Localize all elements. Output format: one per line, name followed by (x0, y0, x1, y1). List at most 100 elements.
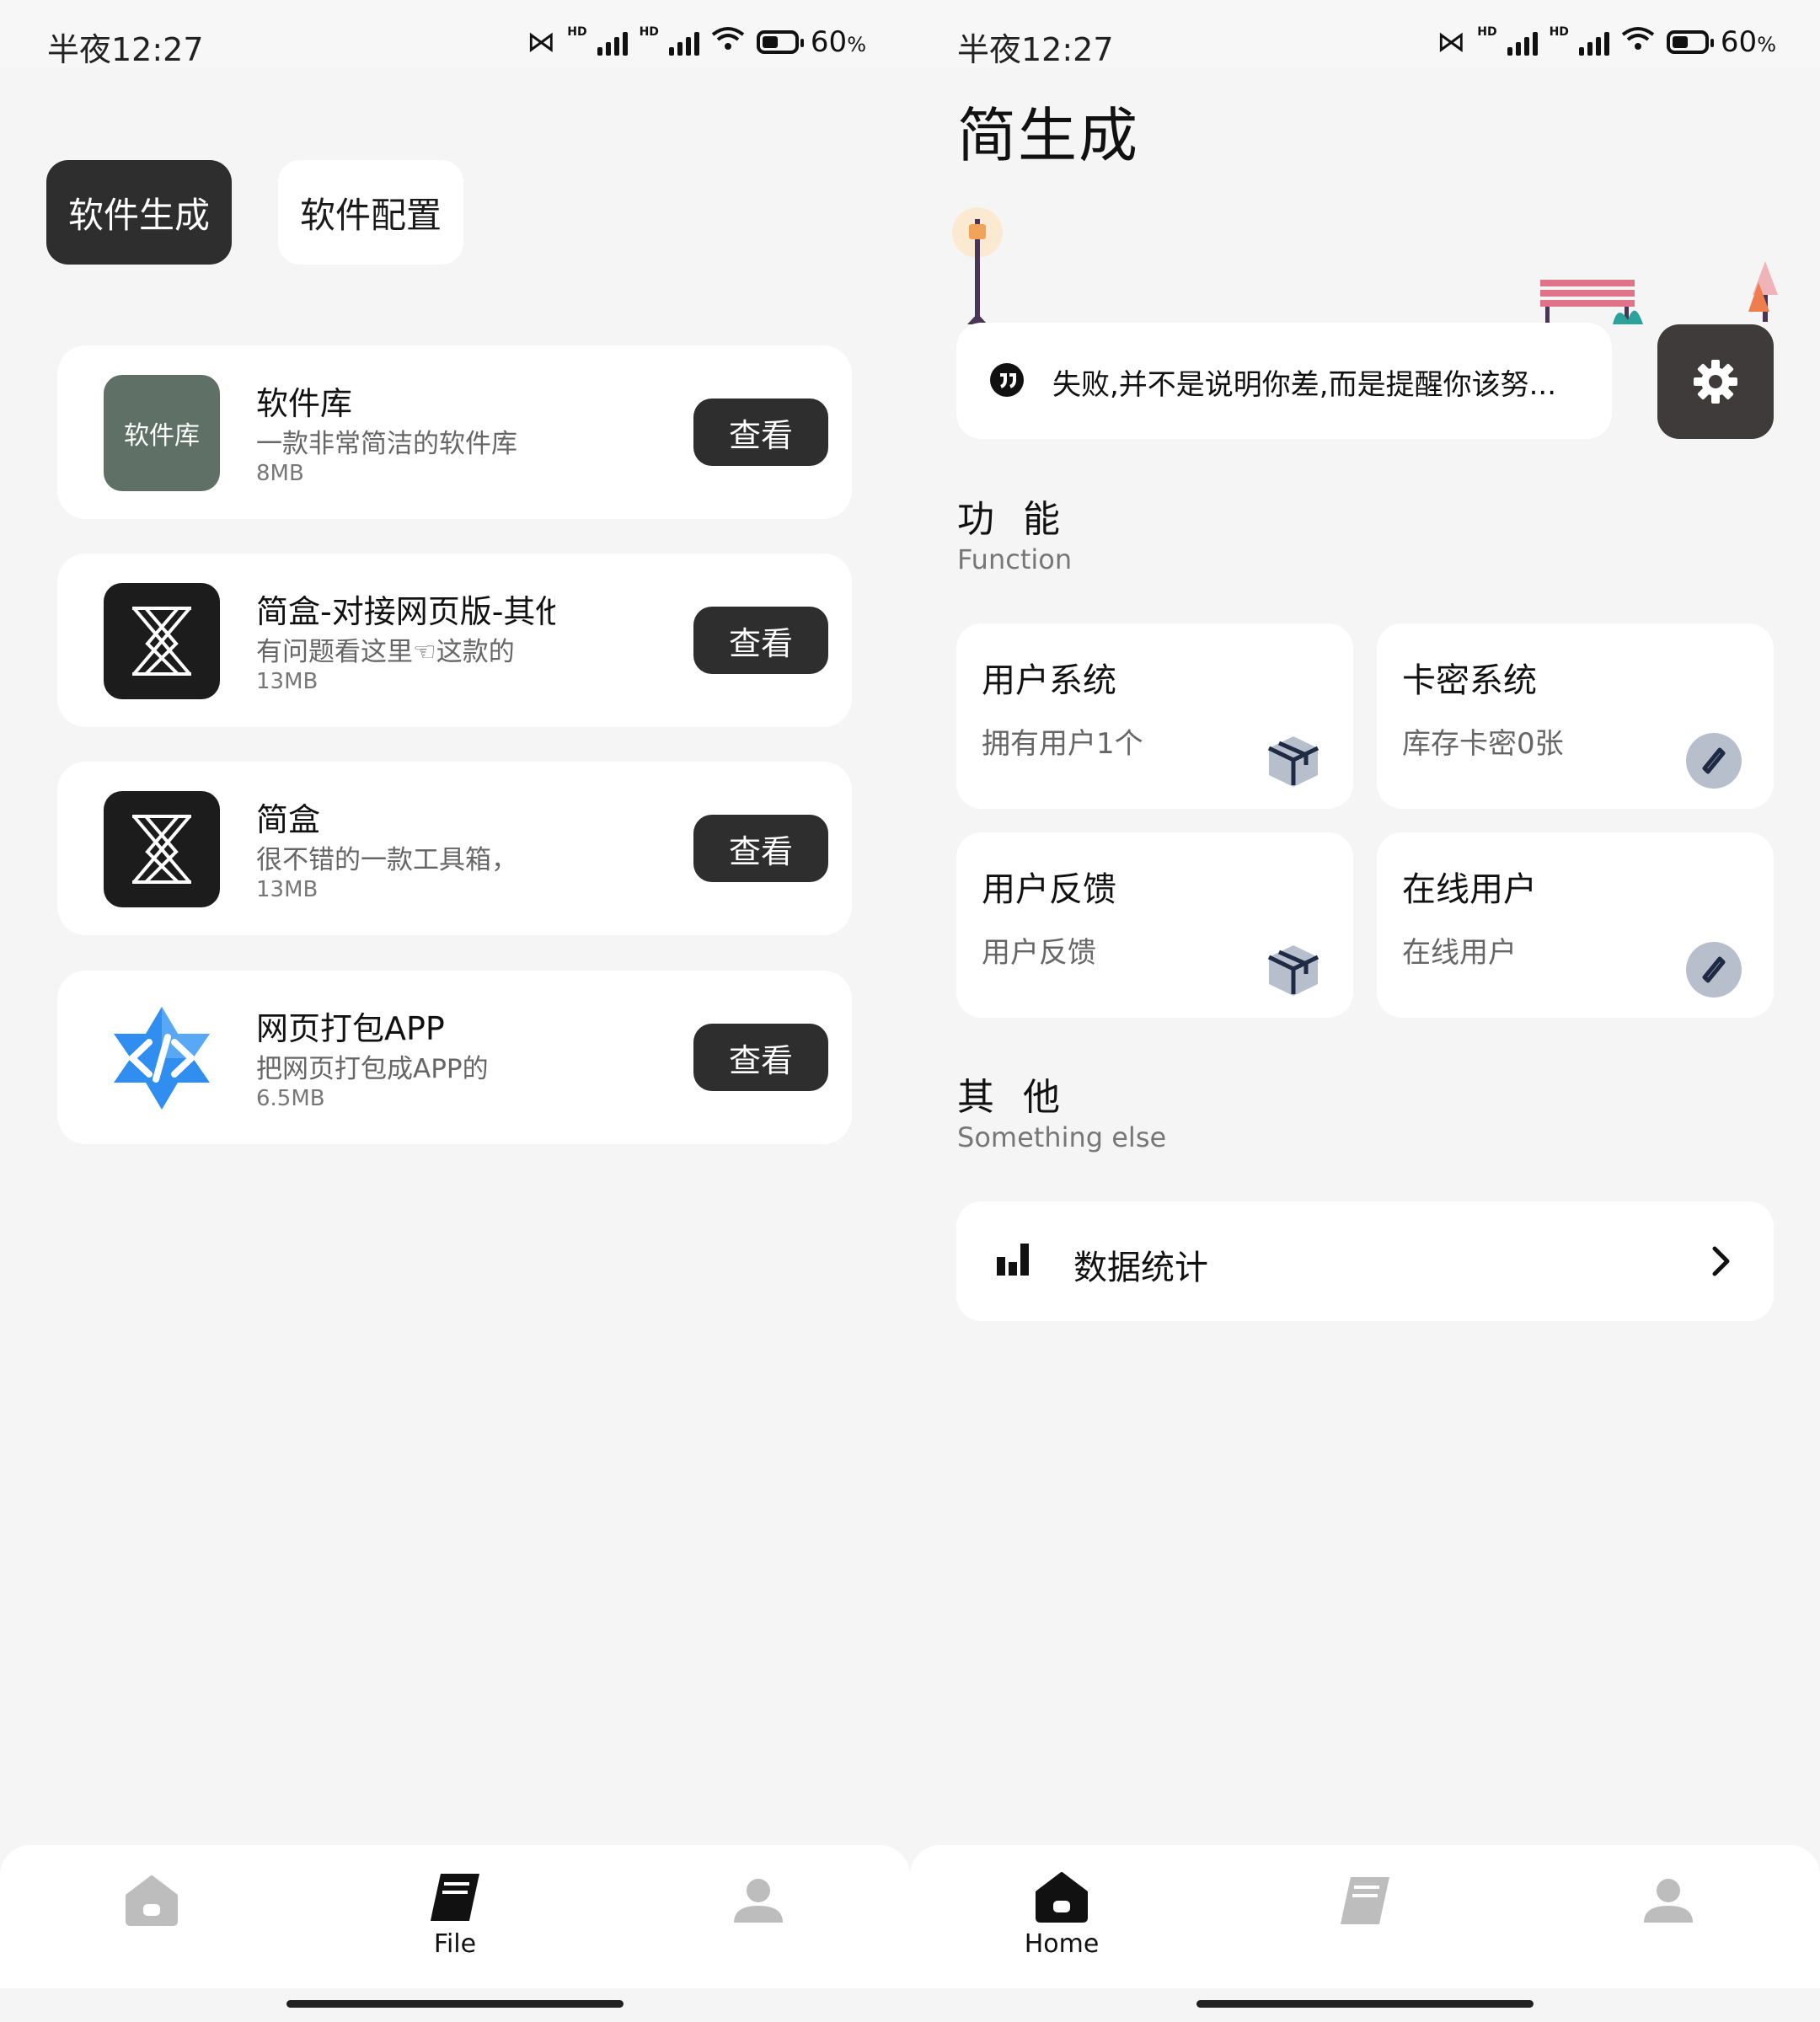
app-card[interactable]: 简盒 很不错的一款工具箱， 13MB 查看 (57, 762, 852, 935)
feature-subtitle: 在线用户 (1402, 936, 1517, 970)
statistics-label: 数据统计 (1073, 1249, 1208, 1287)
battery-icon (756, 30, 804, 54)
section-title-other: 其 他 (957, 1076, 1068, 1119)
package-icon (1267, 736, 1320, 787)
signal-icon (668, 29, 699, 56)
app-description: 有问题看这里☜这款的 (256, 637, 515, 667)
app-size: 13MB (256, 669, 318, 694)
hd-label: HD (1549, 25, 1569, 39)
compass-icon (1686, 733, 1742, 789)
feature-title: 用户系统 (982, 661, 1116, 700)
compass-icon (1686, 942, 1742, 998)
app-thumbnail: 软件库 (104, 375, 220, 491)
user-icon (1644, 1879, 1693, 1923)
package-icon (1267, 945, 1320, 996)
status-time: 半夜12:27 (957, 31, 1114, 68)
status-icons: ⋈ HD HD 60% (1437, 25, 1776, 59)
app-thumbnail (104, 583, 220, 699)
code-logo-icon (114, 1007, 210, 1110)
gear-icon (1694, 360, 1737, 404)
feature-subtitle: 拥有用户1个 (982, 727, 1143, 761)
home-indicator (286, 2000, 624, 2008)
app-size: 6.5MB (256, 1086, 325, 1111)
section-subtitle-function: Function (957, 543, 1073, 575)
status-time: 半夜12:27 (47, 31, 204, 68)
app-card[interactable]: 网页打包APP 把网页打包成APP的 6.5MB 查看 (57, 971, 852, 1144)
nav-profile[interactable] (674, 1870, 843, 1971)
hd-label: HD (639, 25, 659, 39)
feature-card-user-feedback[interactable]: 用户反馈 用户反馈 (956, 832, 1353, 1018)
thumbnail-text: 软件库 (124, 421, 200, 451)
view-button[interactable]: 查看 (693, 1024, 828, 1091)
settings-button[interactable] (1657, 324, 1774, 439)
app-description: 一款非常简洁的软件库 (256, 429, 517, 459)
chevron-right-icon (1712, 1246, 1730, 1276)
nav-file[interactable]: File (371, 1870, 539, 1971)
nav-profile[interactable] (1584, 1870, 1753, 1971)
wifi-icon (711, 25, 745, 59)
battery-percent: 60% (810, 25, 866, 59)
battery-percent: 60% (1720, 25, 1776, 59)
feature-title: 用户反馈 (982, 870, 1116, 909)
app-name: 简盒-对接网页版-其他 (256, 593, 555, 630)
quote-icon (990, 363, 1024, 397)
nav-home-label: Home (1024, 1929, 1100, 1959)
tab-software-generate[interactable]: 软件生成 (46, 160, 232, 265)
feature-title: 在线用户 (1402, 870, 1537, 909)
park-illustration (952, 207, 1778, 324)
quote-text: 失败,并不是说明你差,而是提醒你该努... (1052, 368, 1557, 402)
view-button[interactable]: 查看 (693, 607, 828, 674)
nav-home[interactable] (67, 1870, 236, 1971)
x-logo-icon (132, 815, 191, 884)
hd-label: HD (567, 25, 587, 39)
book-icon (1341, 1877, 1389, 1924)
bluetooth-icon: ⋈ (1437, 25, 1466, 59)
nav-file[interactable] (1281, 1870, 1449, 1971)
wifi-icon (1621, 25, 1655, 59)
app-thumbnail (104, 1000, 220, 1116)
status-bar: 半夜12:27 ⋈ HD HD 60% (0, 0, 910, 68)
app-card[interactable]: 简盒-对接网页版-其他 有问题看这里☜这款的 13MB 查看 (57, 554, 852, 727)
app-name: 网页打包APP (256, 1010, 445, 1047)
nav-home[interactable]: Home (977, 1870, 1146, 1971)
app-thumbnail (104, 791, 220, 907)
section-title-function: 功 能 (957, 498, 1068, 541)
section-subtitle-other: Something else (957, 1121, 1167, 1153)
view-button[interactable]: 查看 (693, 815, 828, 882)
app-size: 8MB (256, 461, 304, 486)
bluetooth-icon: ⋈ (527, 25, 556, 59)
feature-card-online-users[interactable]: 在线用户 在线用户 (1377, 832, 1774, 1018)
feature-card-card-key-system[interactable]: 卡密系统 库存卡密0张 (1377, 623, 1774, 809)
app-description: 把网页打包成APP的 (256, 1054, 489, 1084)
view-button[interactable]: 查看 (693, 399, 828, 466)
feature-subtitle: 库存卡密0张 (1402, 727, 1564, 761)
app-card[interactable]: 软件库 软件库 一款非常简洁的软件库 8MB 查看 (57, 345, 852, 519)
tab-software-config[interactable]: 软件配置 (278, 160, 463, 265)
battery-icon (1666, 30, 1714, 54)
home-indicator (1196, 2000, 1534, 2008)
app-description: 很不错的一款工具箱， (256, 845, 517, 875)
status-bar: 半夜12:27 ⋈ HD HD 60% (910, 0, 1820, 68)
right-screen: 半夜12:27 ⋈ HD HD 60% 简生成 失败,并不是说明你差,而是提醒你… (910, 0, 1820, 2022)
bottom-nav: Home (910, 1845, 1820, 1988)
nav-file-label: File (433, 1929, 477, 1959)
signal-icon (1507, 29, 1538, 56)
home-icon (1036, 1872, 1088, 1923)
bar-chart-icon (997, 1244, 1029, 1276)
feature-title: 卡密系统 (1402, 661, 1537, 700)
user-icon (734, 1879, 783, 1923)
hd-label: HD (1477, 25, 1497, 39)
x-logo-icon (132, 607, 191, 676)
book-icon (431, 1874, 479, 1921)
feature-subtitle: 用户反馈 (982, 936, 1096, 970)
feature-card-user-system[interactable]: 用户系统 拥有用户1个 (956, 623, 1353, 809)
home-icon (126, 1875, 178, 1926)
quote-card[interactable]: 失败,并不是说明你差,而是提醒你该努... (956, 323, 1612, 439)
app-name: 软件库 (256, 385, 353, 422)
status-icons: ⋈ HD HD 60% (527, 25, 866, 59)
left-screen: 半夜12:27 ⋈ HD HD 60% 软件生成 软件配置 软件库 软件库 一款… (0, 0, 910, 2022)
bottom-nav: File (0, 1845, 910, 1988)
statistics-row[interactable]: 数据统计 (956, 1201, 1774, 1321)
signal-icon (597, 29, 628, 56)
page-title: 简生成 (957, 101, 1139, 170)
